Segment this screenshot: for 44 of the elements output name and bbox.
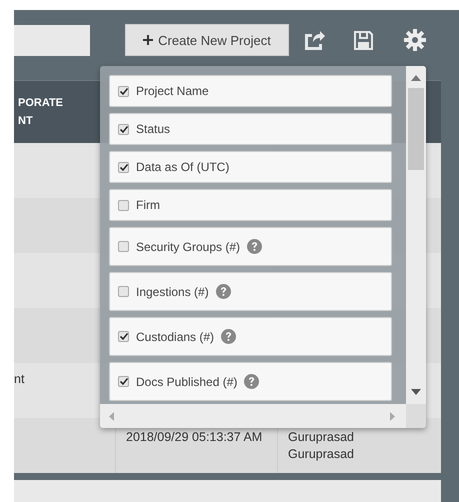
- scroll-left-icon[interactable]: [109, 412, 114, 421]
- search-field[interactable]: [14, 24, 90, 56]
- option-label: Data as Of (UTC): [136, 160, 230, 174]
- checkbox[interactable]: [118, 200, 129, 210]
- option-label: Project Name: [136, 84, 209, 98]
- option-label: Security Groups (#): [136, 240, 240, 254]
- checkbox[interactable]: [118, 331, 129, 342]
- settings-icon[interactable]: [404, 29, 426, 51]
- save-icon[interactable]: [353, 30, 374, 50]
- column-option[interactable]: Docs Published (#): [109, 362, 392, 401]
- horizontal-scrollbar[interactable]: [100, 404, 406, 428]
- share-icon[interactable]: [303, 30, 325, 50]
- checkbox[interactable]: [118, 162, 129, 172]
- column-option[interactable]: Status: [109, 113, 392, 145]
- column-option[interactable]: Firm: [109, 189, 392, 221]
- checkbox[interactable]: [118, 124, 129, 134]
- create-project-button[interactable]: Create New Project: [125, 24, 289, 56]
- checkbox[interactable]: [118, 86, 129, 96]
- option-label: Docs Published (#): [136, 374, 238, 388]
- table-cell-text: Guruprasad Guruprasad: [288, 429, 356, 463]
- scrollbar-thumb[interactable]: [408, 88, 424, 170]
- help-icon[interactable]: [244, 374, 260, 389]
- option-label: Status: [136, 122, 170, 136]
- vertical-scrollbar[interactable]: [406, 66, 426, 404]
- scroll-down-icon[interactable]: [411, 389, 421, 395]
- checkbox[interactable]: [118, 376, 129, 387]
- option-label: Ingestions (#): [136, 284, 209, 298]
- column-option[interactable]: Project Name: [109, 75, 392, 107]
- column-option[interactable]: Custodians (#): [109, 317, 392, 356]
- help-icon[interactable]: [216, 284, 231, 299]
- plus-icon: [143, 35, 154, 45]
- table-cell: nt: [14, 372, 24, 386]
- column-option[interactable]: Ingestions (#): [109, 272, 392, 311]
- help-icon[interactable]: [247, 239, 262, 254]
- scroll-right-icon[interactable]: [390, 412, 395, 421]
- option-label: Firm: [136, 198, 160, 212]
- option-label: Custodians (#): [136, 330, 214, 344]
- column-header[interactable]: PORATE NT: [18, 94, 64, 130]
- checkbox[interactable]: [118, 241, 129, 252]
- column-option[interactable]: Data as Of (UTC): [109, 151, 392, 183]
- column-option[interactable]: Security Groups (#): [109, 227, 392, 266]
- checkbox[interactable]: [118, 286, 129, 297]
- help-icon[interactable]: [221, 329, 236, 344]
- table-cell: 2018/09/29 05:13:37 AM: [126, 430, 262, 444]
